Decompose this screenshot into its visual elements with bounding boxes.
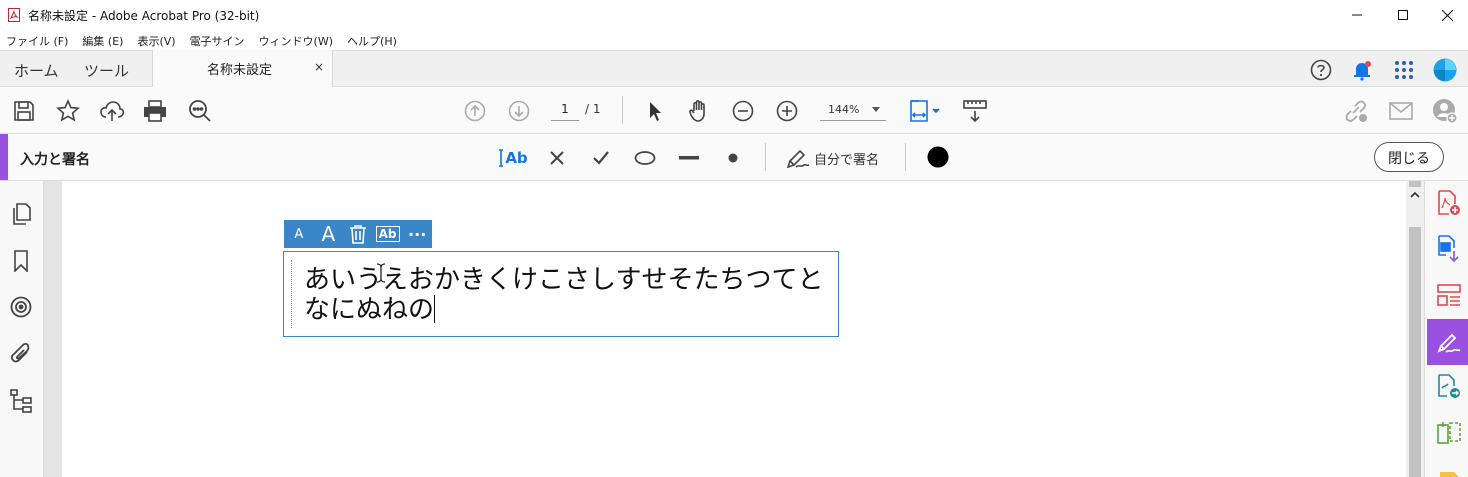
menu-window[interactable]: ウィンドウ(W) — [253, 30, 333, 50]
comment-note-icon[interactable] — [1436, 463, 1462, 477]
text-line-2-value: なにぬねの — [304, 295, 435, 325]
menu-file[interactable]: ファイル (F) — [0, 30, 68, 50]
text-caret — [434, 295, 436, 323]
next-page-icon[interactable] — [505, 97, 533, 125]
decrease-font-label: A — [294, 226, 304, 242]
toolbar-divider — [622, 96, 623, 124]
window-title: 名称未設定 - Adobe Acrobat Pro (32-bit) — [28, 9, 260, 23]
fill-sign-divider-2 — [905, 143, 906, 171]
bookmark-star-icon[interactable] — [54, 97, 82, 125]
tab-document[interactable]: 名称未設定 × — [152, 50, 333, 87]
send-for-signature-icon[interactable] — [1436, 373, 1462, 401]
decrease-font-button[interactable]: A — [284, 220, 314, 248]
apps-grid-icon[interactable] — [1391, 57, 1417, 83]
close-icon[interactable] — [1424, 0, 1468, 30]
color-picker-swatch[interactable] — [927, 146, 949, 168]
add-text-label: Ab — [505, 149, 528, 167]
chevron-down-icon — [872, 107, 880, 112]
close-tab-icon[interactable]: × — [314, 60, 324, 74]
scrollbar-top-stub — [1409, 181, 1421, 187]
delete-icon[interactable] — [343, 220, 373, 248]
document-tab-label: 名称未設定 — [207, 63, 273, 78]
attachments-icon[interactable] — [8, 340, 34, 366]
fill-sign-icon[interactable] — [1427, 319, 1468, 365]
text-field-box[interactable]: あいうえおかきくけこさしすせそたちつてと なにぬねの — [283, 251, 839, 337]
dot-icon[interactable] — [719, 144, 747, 172]
tags-tree-icon[interactable] — [8, 388, 34, 414]
save-icon[interactable] — [10, 97, 38, 125]
more-options-button[interactable]: ··· — [402, 220, 432, 248]
layers-target-icon[interactable] — [8, 294, 34, 320]
prev-page-icon[interactable] — [461, 97, 489, 125]
zoom-in-icon[interactable] — [773, 97, 801, 125]
hand-tool-icon[interactable] — [685, 97, 713, 125]
create-pdf-icon[interactable] — [1436, 189, 1462, 217]
text-field-left-guide — [291, 260, 292, 328]
text-field-toolbar: A A Ab ··· — [284, 220, 432, 248]
sign-yourself-button[interactable]: 自分で署名 — [786, 146, 879, 170]
tab-bar: ホーム ツール 名称未設定 × — [0, 50, 1468, 87]
pen-sign-icon — [786, 149, 810, 169]
fill-sign-accent — [0, 134, 8, 180]
i-beam-cursor-icon — [376, 263, 386, 283]
menu-esign[interactable]: 電子サイン — [184, 30, 245, 50]
zoom-out-icon[interactable] — [729, 97, 757, 125]
left-navigation-panel — [0, 181, 44, 477]
page-number-input[interactable]: 1 — [551, 99, 579, 121]
scroll-up-icon[interactable] — [1410, 191, 1420, 199]
zoom-select[interactable]: 144% — [820, 99, 886, 121]
comb-field-button[interactable]: Ab — [373, 220, 403, 248]
check-mark-icon[interactable] — [587, 144, 615, 172]
fill-sign-title: 入力と署名 — [20, 152, 90, 168]
main-toolbar: 1 / 1 144% — [0, 87, 1468, 134]
notification-bell-icon[interactable] — [1349, 57, 1375, 83]
comb-field-label: Ab — [375, 226, 400, 242]
tab-home[interactable]: ホーム — [14, 60, 59, 81]
increase-font-label: A — [321, 222, 336, 246]
fit-page-icon[interactable] — [906, 97, 942, 125]
title-bar: 名称未設定 - Adobe Acrobat Pro (32-bit) — [0, 0, 1468, 30]
text-line-2: なにぬねの — [304, 295, 839, 325]
menu-edit[interactable]: 編集 (E) — [76, 30, 123, 50]
menu-help[interactable]: ヘルプ(H) — [341, 30, 397, 50]
select-cursor-icon[interactable] — [641, 97, 669, 125]
ellipse-icon[interactable] — [631, 144, 659, 172]
close-fill-sign-button[interactable]: 閉じる — [1374, 142, 1444, 172]
email-icon[interactable] — [1387, 97, 1415, 125]
scrollbar-thumb[interactable] — [1409, 227, 1421, 477]
organize-pages-icon[interactable] — [1436, 281, 1462, 309]
tab-tools[interactable]: ツール — [84, 60, 129, 81]
maximize-icon[interactable] — [1380, 0, 1426, 30]
print-icon[interactable] — [141, 97, 169, 125]
line-icon[interactable] — [675, 144, 703, 172]
cross-mark-icon[interactable] — [543, 144, 571, 172]
help-icon[interactable] — [1308, 57, 1334, 83]
share-link-icon[interactable] — [1342, 97, 1370, 125]
minimize-icon[interactable] — [1334, 0, 1380, 30]
add-text-icon[interactable]: Ab — [498, 144, 528, 172]
account-avatar-icon[interactable] — [1432, 57, 1458, 83]
search-zoom-icon[interactable] — [186, 97, 214, 125]
sign-yourself-label: 自分で署名 — [814, 152, 880, 168]
page-total: / 1 — [585, 102, 601, 116]
vertical-scrollbar[interactable] — [1406, 181, 1424, 477]
zoom-value: 144% — [828, 103, 860, 116]
upload-cloud-icon[interactable] — [98, 97, 126, 125]
export-pdf-icon[interactable] — [1436, 235, 1462, 263]
add-user-icon[interactable] — [1431, 97, 1459, 125]
menu-view[interactable]: 表示(V) — [131, 30, 175, 50]
increase-font-button[interactable]: A — [314, 220, 344, 248]
fill-sign-toolbar: 入力と署名 Ab 自分で署名 閉じる — [0, 134, 1468, 181]
page-thumbnails-icon[interactable] — [8, 201, 34, 227]
read-mode-icon[interactable] — [961, 97, 989, 125]
menu-bar: ファイル (F) 編集 (E) 表示(V) 電子サイン ウィンドウ(W) ヘルプ… — [0, 30, 1468, 50]
bookmarks-icon[interactable] — [8, 248, 34, 274]
compare-files-icon[interactable] — [1436, 419, 1462, 447]
right-tools-panel — [1424, 181, 1468, 477]
fill-sign-divider — [765, 143, 766, 171]
more-options-label: ··· — [408, 224, 427, 244]
acrobat-icon — [8, 8, 20, 22]
